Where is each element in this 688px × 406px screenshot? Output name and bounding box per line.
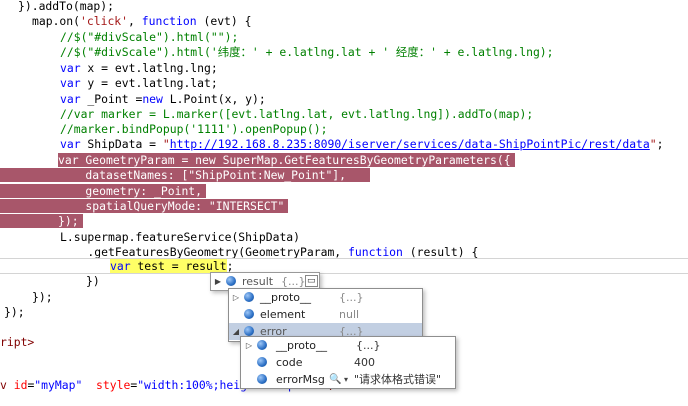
datatip-row-error-proto[interactable]: ▷ __proto__ {...}: [241, 337, 455, 354]
code-line-14: spatialQueryMode: "INTERSECT": [0, 198, 289, 214]
expand-right-icon[interactable]: ▷: [244, 337, 254, 354]
variable-icon: [226, 276, 236, 286]
code-line-11: var GeometryParam = new SuperMap.GetFeat…: [58, 152, 515, 168]
code-line-2: map.on('click', function (evt) {: [32, 14, 252, 28]
code-line-9: //marker.bindPopup('1111').openPopup();: [60, 122, 328, 136]
code-line-13: geometry: _Point,: [0, 183, 207, 199]
datatip-error-members[interactable]: ▷ __proto__ {...} code 400 errorMsg 🔍 ▾ …: [240, 336, 456, 389]
code-line-21: });: [4, 305, 25, 319]
code-line-1: }).addTo(map);: [18, 0, 115, 13]
code-line-7: var _Point =new L.Point(x, y);: [60, 92, 266, 106]
variable-icon: [244, 309, 254, 319]
expand-right-icon[interactable]: ▶: [213, 273, 223, 290]
current-line-band: [0, 258, 688, 274]
datatip-result-members[interactable]: ▷ __proto__ {...} element null ◢ error {…: [228, 288, 423, 342]
code-line-12: datasetNames: ["ShipPoint:New_Point"],: [0, 167, 371, 183]
code-line-16: L.supermap.featureService(ShipData): [60, 230, 301, 244]
datatip-row-element[interactable]: element null: [229, 306, 422, 323]
code-line-6: var y = evt.latlng.lat;: [60, 76, 218, 90]
code-line-10: var ShipData = "http://192.168.8.235:809…: [60, 137, 664, 151]
variable-icon: [257, 340, 267, 350]
variable-icon: [257, 374, 267, 384]
pin-icon[interactable]: ▭: [305, 275, 318, 287]
datatip-row-errormsg[interactable]: errorMsg 🔍 ▾ "请求体格式错误": [241, 371, 455, 388]
code-line-19: }): [86, 274, 100, 288]
datatip-row-proto[interactable]: ▷ __proto__ {...}: [229, 289, 422, 306]
service-url-link[interactable]: http://192.168.8.235:8090/iserver/servic…: [170, 137, 650, 151]
variable-icon: [257, 357, 267, 367]
variable-icon: [244, 326, 254, 336]
code-line-20: });: [32, 290, 53, 304]
code-line-15: });: [0, 213, 83, 229]
code-line-3: //$("#divScale").html("");: [60, 30, 239, 44]
datatip-row-code[interactable]: code 400: [241, 354, 455, 371]
code-line-5: var x = evt.latlng.lng;: [60, 61, 218, 75]
dropdown-arrow-icon[interactable]: ▾: [344, 371, 348, 388]
expand-right-icon[interactable]: ▷: [231, 289, 241, 306]
magnifier-icon[interactable]: 🔍: [329, 371, 341, 388]
code-line-22: ript>: [0, 335, 35, 349]
code-line-4: //$("#divScale").html('纬度：' + e.latlng.l…: [60, 45, 554, 59]
variable-icon: [244, 292, 254, 302]
code-line-8: //var marker = L.marker([evt.latlng.lat,…: [60, 107, 534, 121]
